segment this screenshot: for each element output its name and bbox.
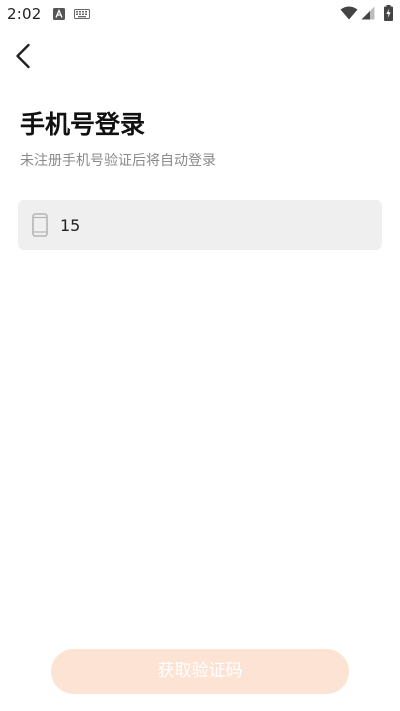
page-title: 手机号登录 (20, 110, 146, 139)
phone-input[interactable] (60, 200, 366, 250)
wifi-icon (340, 6, 358, 20)
get-code-button[interactable]: 获取验证码 (51, 649, 349, 694)
accessibility-icon (53, 8, 65, 20)
page-subtitle: 未注册手机号验证后将自动登录 (20, 153, 216, 169)
signal-icon (361, 6, 375, 20)
back-button[interactable] (6, 38, 42, 74)
phone-field[interactable] (18, 200, 382, 250)
phone-icon (32, 213, 48, 237)
status-time: 2:02 (7, 5, 42, 23)
battery-charging-icon (384, 5, 393, 21)
chevron-left-icon (16, 43, 30, 69)
keyboard-icon (74, 9, 90, 19)
status-bar: 2:02 (0, 0, 400, 28)
